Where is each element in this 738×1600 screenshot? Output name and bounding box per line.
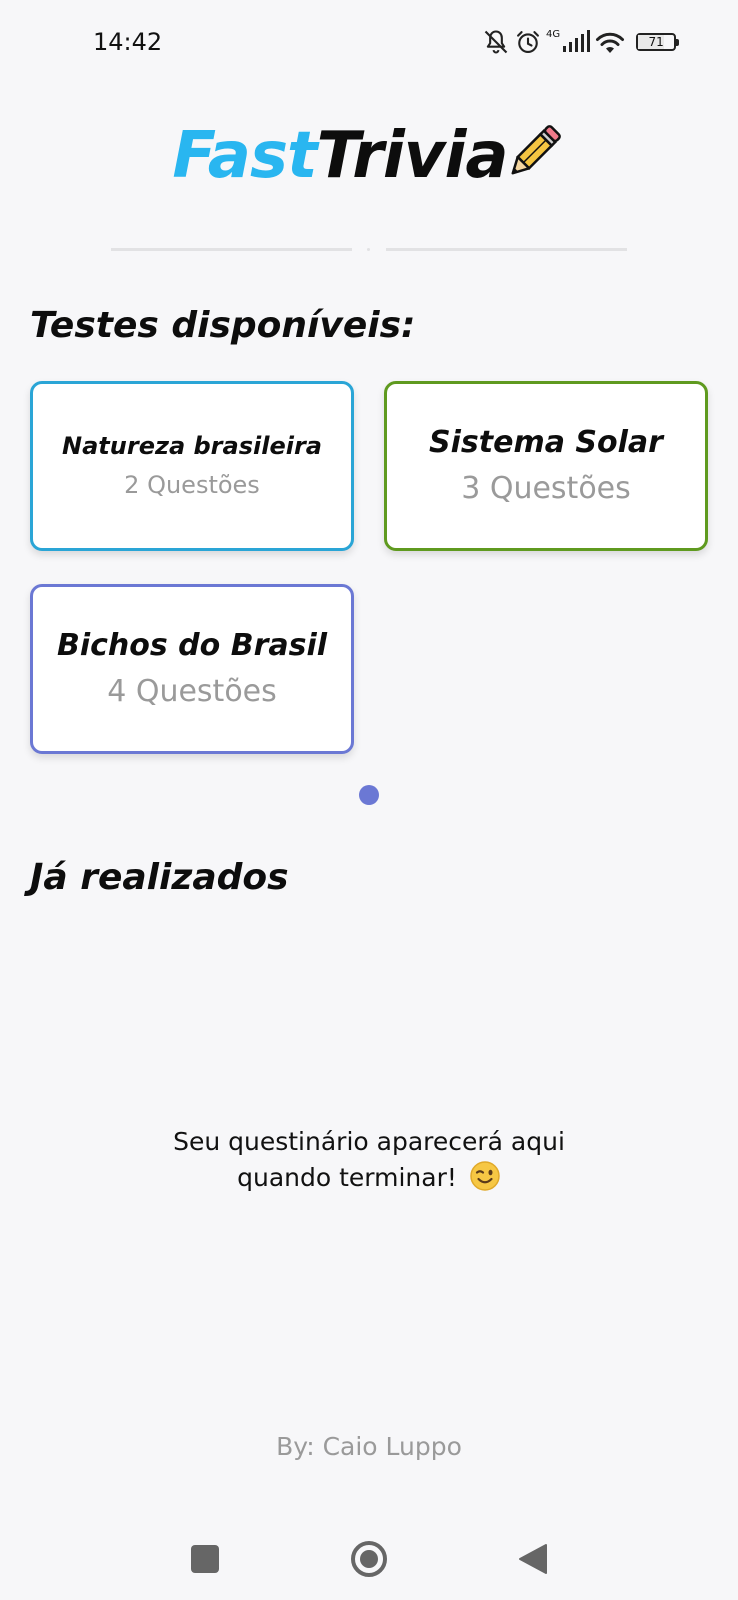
- quiz-card-count: 4 Questões: [107, 674, 277, 709]
- divider-right: [386, 248, 627, 251]
- logo-fast: Fast: [172, 119, 317, 193]
- quiz-card-bichos-do-brasil[interactable]: Bichos do Brasil 4 Questões: [30, 584, 354, 754]
- quiz-card-name: Natureza brasileira: [62, 432, 322, 460]
- bell-off-icon: [484, 30, 508, 54]
- circle-icon: [351, 1541, 387, 1577]
- quiz-card-count: 2 Questões: [124, 471, 260, 499]
- quiz-card-sistema-solar[interactable]: Sistema Solar 3 Questões: [384, 381, 708, 551]
- divider-left: [111, 248, 352, 251]
- divider-dot: [367, 248, 370, 251]
- status-icons: 4G 71: [482, 26, 680, 58]
- pencil-icon: [511, 125, 561, 175]
- alarm-clock-icon: [517, 31, 539, 53]
- completed-title: Já realizados: [30, 857, 289, 898]
- empty-state-message: Seu questinário aparecerá aqui quando te…: [0, 1124, 738, 1196]
- logo-trivia: Trivia: [316, 119, 509, 193]
- winking-face-icon: [470, 1161, 500, 1191]
- status-bar: 14:42 4G 71: [0, 0, 738, 86]
- quiz-card-count: 3 Questões: [461, 471, 631, 506]
- home-button[interactable]: [344, 1534, 394, 1584]
- network-type: 4G: [546, 28, 561, 40]
- available-tests-title: Testes disponíveis:: [30, 305, 416, 346]
- app-logo: Fast Trivia: [0, 120, 738, 192]
- back-button[interactable]: [508, 1534, 558, 1584]
- wifi-icon: [596, 32, 625, 53]
- battery-icon: 71: [636, 33, 680, 51]
- quiz-card-natureza-brasileira[interactable]: Natureza brasileira 2 Questões: [30, 381, 354, 551]
- battery-percent: 71: [648, 35, 664, 49]
- recents-button[interactable]: [180, 1534, 230, 1584]
- square-icon: [191, 1545, 219, 1573]
- author-credit: By: Caio Luppo: [276, 1432, 462, 1461]
- empty-state-line-1: Seu questinário aparecerá aqui: [173, 1127, 565, 1156]
- quiz-card-name: Sistema Solar: [429, 425, 663, 460]
- signal-icon: [563, 30, 591, 52]
- empty-state-line-2: quando terminar!: [237, 1163, 457, 1192]
- navigation-bar: [0, 1520, 738, 1590]
- status-time: 14:42: [93, 28, 163, 56]
- quiz-card-name: Bichos do Brasil: [56, 628, 328, 663]
- triangle-back-icon: [519, 1544, 547, 1574]
- page-indicator-dot[interactable]: [359, 785, 379, 805]
